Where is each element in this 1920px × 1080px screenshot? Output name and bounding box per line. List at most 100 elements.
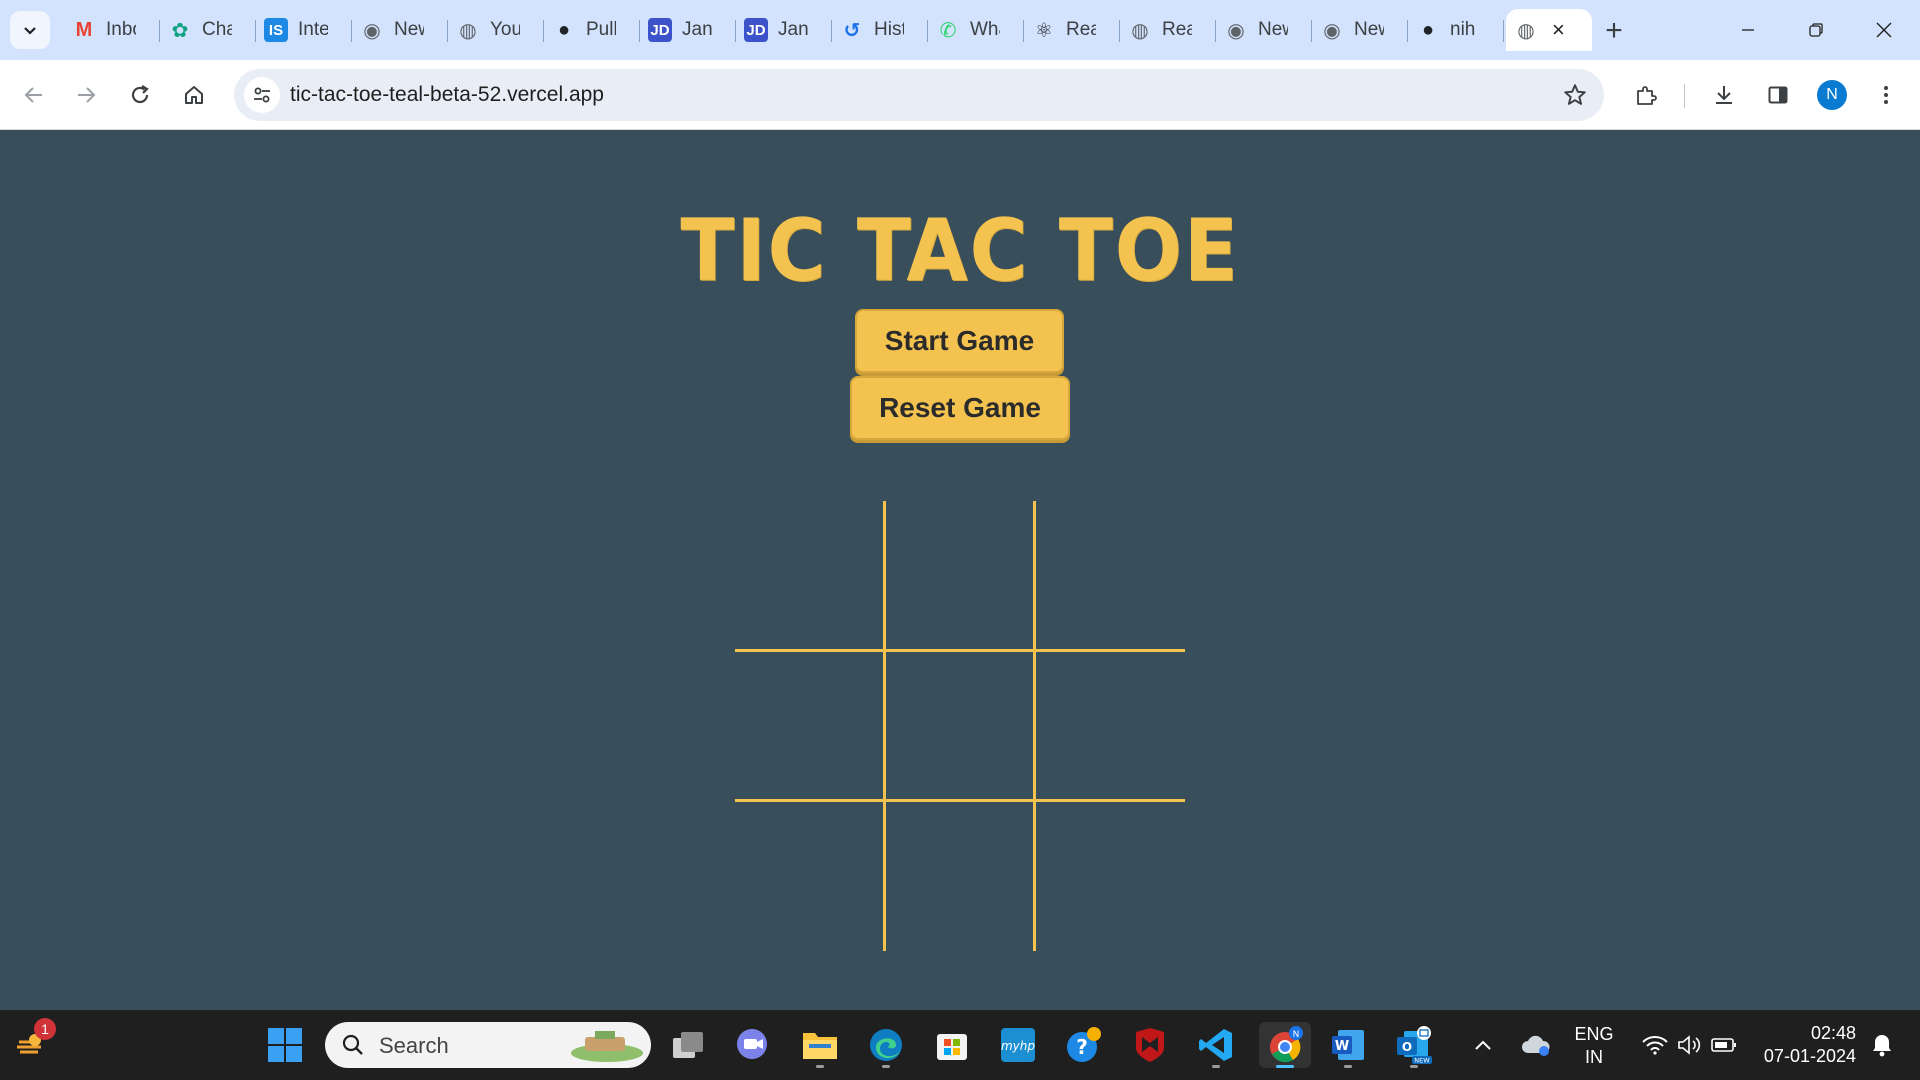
mcafee-button[interactable] bbox=[1127, 1022, 1173, 1068]
onedrive-button[interactable] bbox=[1516, 1022, 1556, 1068]
close-window-button[interactable] bbox=[1854, 8, 1914, 52]
react-icon: ⚛ bbox=[1035, 19, 1053, 42]
url-text[interactable]: tic-tac-toe-teal-beta-52.vercel.app bbox=[290, 83, 604, 107]
board-cell-4[interactable] bbox=[735, 651, 885, 801]
word-button[interactable]: W bbox=[1325, 1022, 1371, 1068]
teams-chat-button[interactable] bbox=[730, 1022, 776, 1068]
toolbar-divider bbox=[1684, 84, 1685, 108]
clock[interactable]: 02:48 07-01-2024 bbox=[1756, 1022, 1856, 1068]
tab-search-button[interactable] bbox=[10, 11, 50, 49]
microsoft-store-button[interactable] bbox=[929, 1022, 975, 1068]
show-hidden-icons-button[interactable] bbox=[1468, 1022, 1498, 1068]
board-cell-5[interactable] bbox=[885, 651, 1035, 801]
tab-title: Interview bbox=[298, 19, 328, 40]
edge-button[interactable] bbox=[863, 1022, 909, 1068]
board-cell-7[interactable] bbox=[735, 801, 885, 951]
browser-tab[interactable]: ● nih bbox=[1408, 9, 1504, 51]
help-icon: ? bbox=[1067, 1027, 1101, 1062]
board-cell-1[interactable] bbox=[735, 501, 885, 651]
reload-button[interactable] bbox=[120, 75, 160, 115]
tab-title: Jan bbox=[778, 19, 808, 40]
extensions-button[interactable] bbox=[1626, 75, 1666, 115]
browser-tab[interactable]: ◍ React bbox=[1120, 9, 1216, 51]
start-button[interactable] bbox=[262, 1022, 308, 1068]
running-indicator bbox=[1212, 1065, 1220, 1068]
task-view-button[interactable] bbox=[665, 1022, 711, 1068]
clock-time: 02:48 bbox=[1810, 1023, 1856, 1043]
folder-icon bbox=[803, 1033, 837, 1059]
downloads-button[interactable] bbox=[1704, 75, 1744, 115]
wifi-icon bbox=[1642, 1036, 1668, 1055]
board-cell-3[interactable] bbox=[1035, 501, 1185, 651]
bookmark-star-button[interactable] bbox=[1562, 82, 1588, 108]
widgets-button[interactable]: 1 bbox=[8, 1018, 56, 1068]
site-settings-button[interactable] bbox=[244, 77, 280, 113]
notification-center-button[interactable] bbox=[1862, 1022, 1902, 1068]
new-tab-button[interactable]: + bbox=[1596, 13, 1632, 49]
vscode-button[interactable] bbox=[1193, 1022, 1239, 1068]
profile-avatar[interactable]: N bbox=[1817, 80, 1847, 110]
tab-title: React bbox=[1162, 19, 1192, 40]
browser-tab[interactable]: ✿ ChatGPT bbox=[160, 9, 256, 51]
file-explorer-button[interactable] bbox=[797, 1022, 843, 1068]
board-cell-2[interactable] bbox=[885, 501, 1035, 651]
browser-tab[interactable]: ↺ History bbox=[832, 9, 928, 51]
tab-title: New Tab bbox=[1258, 19, 1288, 40]
taskbar-search[interactable]: Search bbox=[325, 1022, 651, 1068]
star-icon bbox=[1564, 84, 1586, 105]
browser-tab[interactable]: ◉ New Tab bbox=[1312, 9, 1408, 51]
side-panel-button[interactable] bbox=[1758, 75, 1798, 115]
browser-tab[interactable]: ◉ New Tab bbox=[352, 9, 448, 51]
restore-icon bbox=[1809, 23, 1823, 37]
menu-button[interactable] bbox=[1866, 75, 1906, 115]
board-cell-9[interactable] bbox=[1035, 801, 1185, 951]
board-cell-8[interactable] bbox=[885, 801, 1035, 951]
region-text: IN bbox=[1585, 1047, 1603, 1067]
browser-tab[interactable]: ● Pull bbox=[544, 9, 640, 51]
chrome-taskbar-button[interactable]: N bbox=[1259, 1022, 1311, 1068]
chrome-icon: ◉ bbox=[1323, 19, 1341, 42]
close-tab-icon[interactable]: × bbox=[1552, 17, 1565, 43]
browser-tab[interactable]: JD Jan bbox=[640, 9, 736, 51]
tab-title: New Tab bbox=[1354, 19, 1384, 40]
jd-icon: JD bbox=[744, 18, 768, 42]
svg-text:W: W bbox=[1335, 1039, 1349, 1054]
browser-tab[interactable]: ✆ WhatsApp bbox=[928, 9, 1024, 51]
back-button[interactable] bbox=[14, 75, 54, 115]
chrome-icon: ◉ bbox=[363, 19, 381, 42]
browser-tab[interactable]: M Inbox bbox=[64, 9, 160, 51]
start-game-button[interactable]: Start Game bbox=[855, 309, 1064, 373]
chatgpt-icon: ✿ bbox=[171, 19, 189, 42]
clock-date: 07-01-2024 bbox=[1763, 1046, 1856, 1066]
download-icon bbox=[1716, 86, 1732, 104]
quick-settings-button[interactable] bbox=[1634, 1022, 1744, 1068]
tab-list: M Inbox ✿ ChatGPT IS Interview ◉ New Tab ◍ YouTub… bbox=[64, 9, 1592, 60]
browser-tab[interactable]: ◉ New Tab bbox=[1216, 9, 1312, 51]
browser-tab[interactable]: ◍ YouTube bbox=[448, 9, 544, 51]
home-icon bbox=[185, 86, 203, 104]
game-title: TIC TAC TOE bbox=[680, 201, 1240, 301]
home-button[interactable] bbox=[174, 75, 214, 115]
svg-text:O: O bbox=[1402, 1040, 1412, 1054]
forward-button[interactable] bbox=[66, 75, 106, 115]
svg-text:?: ? bbox=[1076, 1035, 1088, 1059]
jd-icon: JD bbox=[648, 18, 672, 42]
browser-tab[interactable]: JD Jan bbox=[736, 9, 832, 51]
tab-title: Inbox bbox=[106, 19, 136, 40]
tab-title: nih bbox=[1450, 19, 1476, 40]
restore-button[interactable] bbox=[1786, 8, 1846, 52]
minimize-button[interactable] bbox=[1718, 8, 1778, 52]
svg-text:N: N bbox=[1293, 1030, 1300, 1040]
address-bar[interactable]: tic-tac-toe-teal-beta-52.vercel.app bbox=[234, 69, 1604, 121]
browser-tab-active[interactable]: ◍ × bbox=[1506, 9, 1592, 51]
outlook-button[interactable]: O NEW bbox=[1391, 1022, 1437, 1068]
get-help-button[interactable]: ? bbox=[1061, 1022, 1107, 1068]
language-indicator[interactable]: ENG IN bbox=[1568, 1023, 1620, 1069]
browser-tab[interactable]: ⚛ React bbox=[1024, 9, 1120, 51]
search-highlight-image bbox=[571, 1031, 643, 1062]
myhp-button[interactable]: myhp bbox=[995, 1022, 1041, 1068]
reset-game-button[interactable]: Reset Game bbox=[850, 376, 1070, 440]
chrome-icon: ◉ bbox=[1227, 19, 1245, 42]
board-cell-6[interactable] bbox=[1035, 651, 1185, 801]
browser-tab[interactable]: IS Interview bbox=[256, 9, 352, 51]
